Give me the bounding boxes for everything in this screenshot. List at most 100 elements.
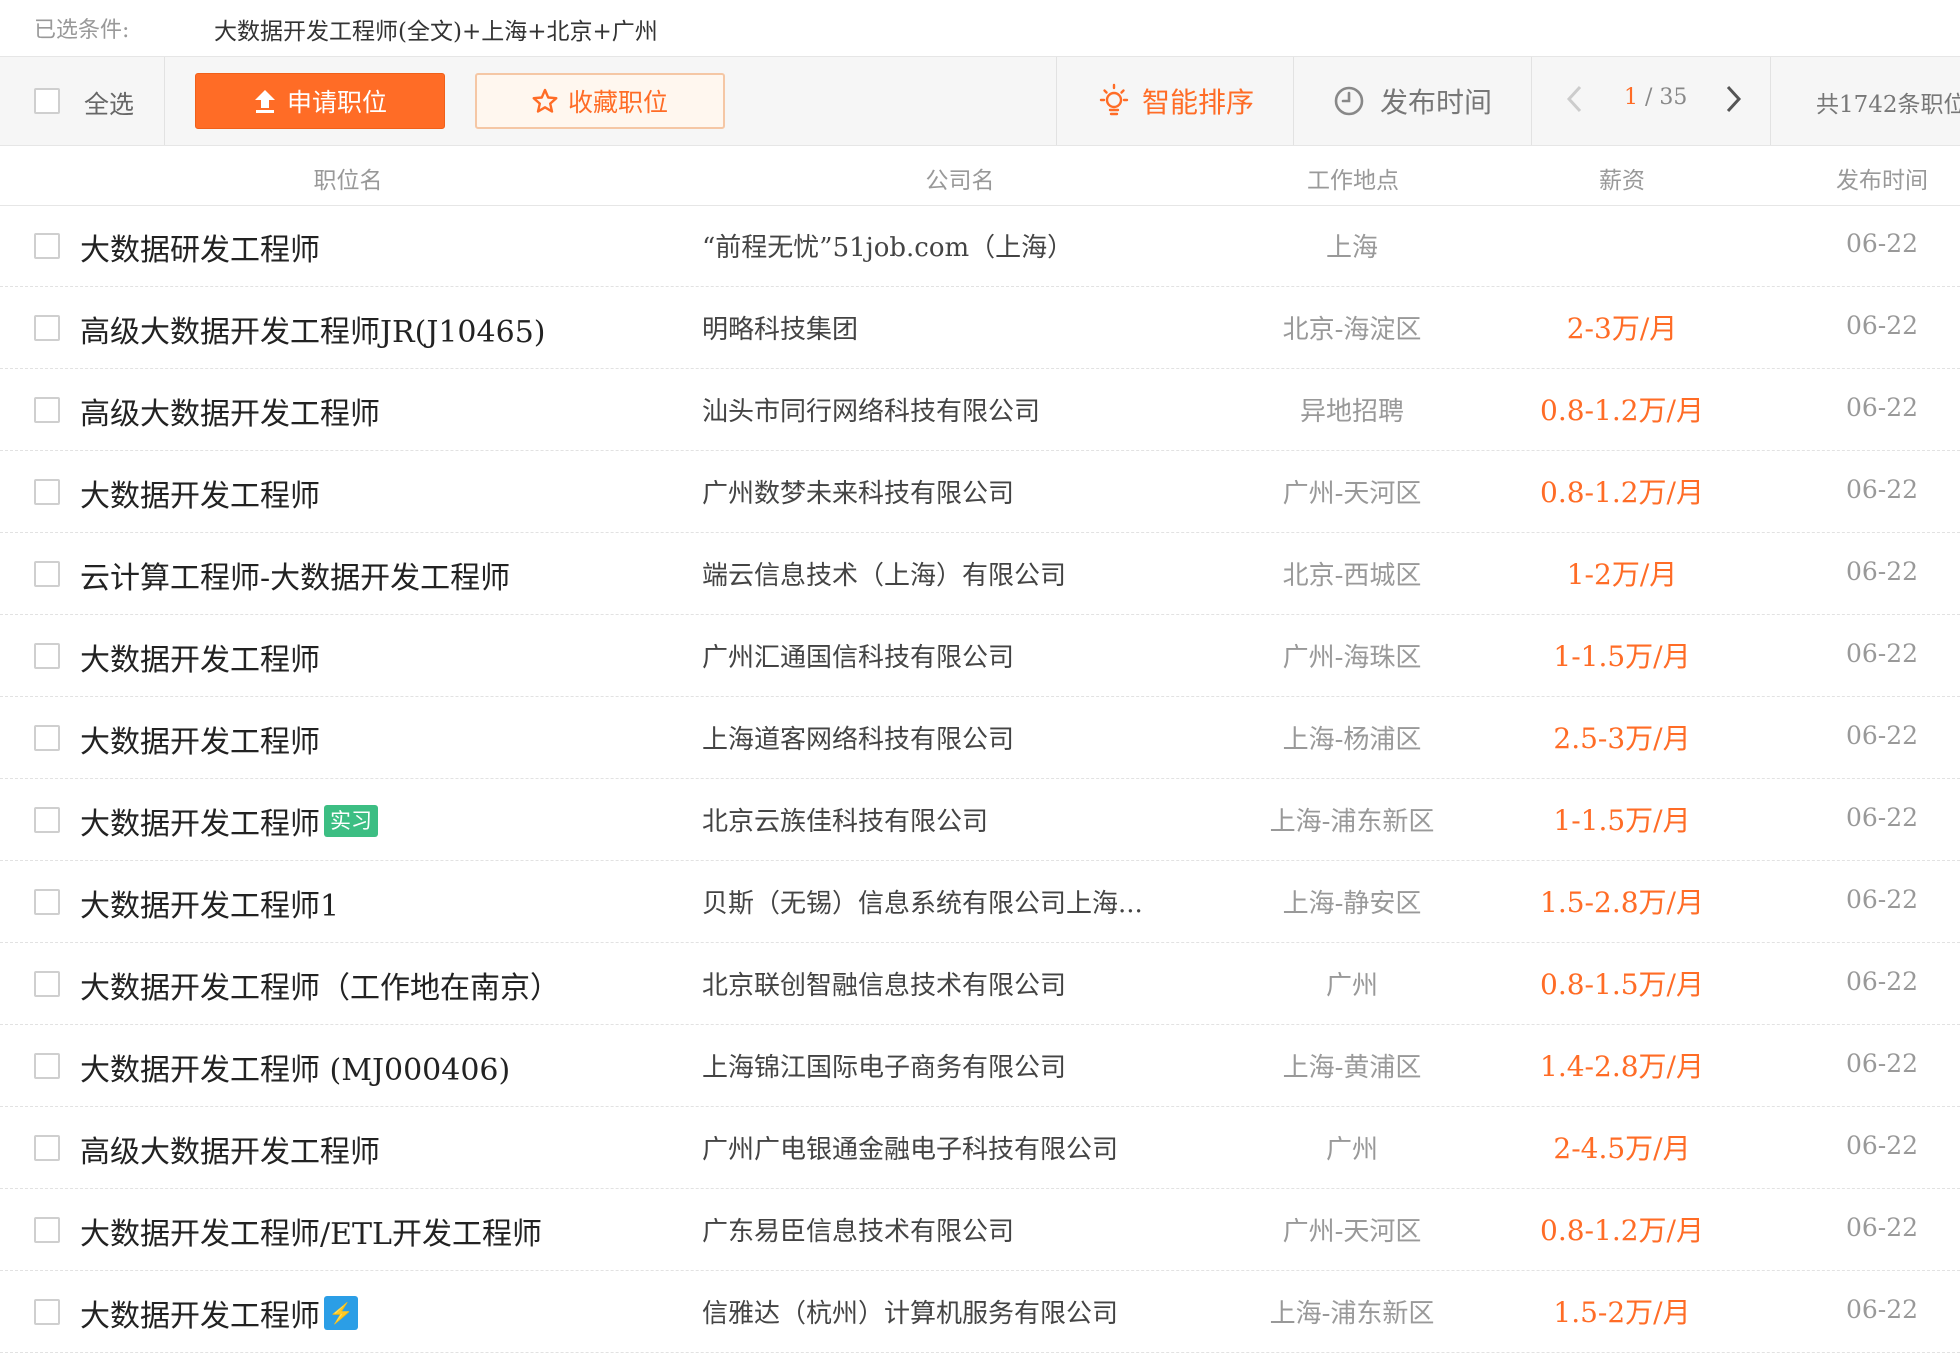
job-title-link[interactable]: 大数据开发工程师 bbox=[80, 635, 320, 679]
apply-job-label: 申请职位 bbox=[286, 88, 387, 117]
chevron-left-icon[interactable] bbox=[1562, 81, 1586, 117]
company-name-link[interactable]: 广东易臣信息技术有限公司 bbox=[702, 1211, 1014, 1248]
job-post-date: 06-22 bbox=[1845, 557, 1919, 586]
job-title-cell: 大数据开发工程师 (MJ000406) bbox=[80, 1045, 510, 1089]
clock-icon bbox=[1334, 86, 1364, 116]
job-title-cell: 高级大数据开发工程师 bbox=[80, 389, 380, 433]
row-checkbox[interactable] bbox=[34, 1299, 60, 1325]
job-title-link[interactable]: 高级大数据开发工程师 bbox=[80, 389, 380, 433]
table-row[interactable]: 大数据开发工程师1 贝斯（无锡）信息系统有限公司上海... 上海-静安区 1.5… bbox=[0, 861, 1960, 943]
row-checkbox[interactable] bbox=[34, 1053, 60, 1079]
company-name-link[interactable]: 广州汇通国信科技有限公司 bbox=[702, 637, 1014, 674]
table-row[interactable]: 大数据开发工程师/ETL开发工程师 广东易臣信息技术有限公司 广州-天河区 0.… bbox=[0, 1189, 1960, 1271]
job-title-link[interactable]: 大数据研发工程师 bbox=[80, 225, 320, 269]
row-checkbox[interactable] bbox=[34, 479, 60, 505]
sort-smart-button[interactable]: 智能排序 bbox=[1056, 57, 1294, 145]
table-row[interactable]: 高级大数据开发工程师 广州广电银通金融电子科技有限公司 广州 2-4.5万/月 … bbox=[0, 1107, 1960, 1189]
sort-smart-label: 智能排序 bbox=[1141, 86, 1254, 119]
job-title-cell: 云计算工程师-大数据开发工程师 bbox=[80, 553, 510, 597]
upload-icon bbox=[254, 90, 275, 113]
favorite-job-button[interactable]: 收藏职位 bbox=[475, 73, 725, 129]
job-location: 上海-浦东新区 bbox=[1269, 1299, 1435, 1329]
job-title-link[interactable]: 大数据开发工程师（工作地在南京） bbox=[80, 963, 560, 1007]
table-header: 职位名 公司名 工作地点 薪资 发布时间 bbox=[0, 145, 1960, 206]
apply-job-button[interactable]: 申请职位 bbox=[195, 73, 445, 129]
job-list-page: 已选条件: 大数据开发工程师(全文)+上海+北京+广州 全选 申请职位 收藏职位 bbox=[0, 0, 1960, 1353]
job-title-cell: 高级大数据开发工程师 bbox=[80, 1127, 380, 1171]
job-title-link[interactable]: 大数据开发工程师1 bbox=[80, 881, 339, 925]
job-location: 上海-黄浦区 bbox=[1282, 1053, 1422, 1083]
table-row[interactable]: 大数据开发工程师 实习 北京云族佳科技有限公司 上海-浦东新区 1-1.5万/月 … bbox=[0, 779, 1960, 861]
job-post-date: 06-22 bbox=[1845, 475, 1919, 504]
job-salary: 2-4.5万/月 bbox=[1553, 1132, 1691, 1165]
job-title-link[interactable]: 高级大数据开发工程师JR(J10465) bbox=[80, 307, 545, 351]
job-post-date: 06-22 bbox=[1845, 1131, 1919, 1160]
chevron-right-icon[interactable] bbox=[1722, 81, 1746, 117]
toolbar: 全选 申请职位 收藏职位 智能排序 发布时间 1 / 35 共1742条职位 bbox=[0, 56, 1960, 146]
job-title-cell: 大数据开发工程师1 bbox=[80, 881, 339, 925]
table-row[interactable]: 高级大数据开发工程师 汕头市同行网络科技有限公司 异地招聘 0.8-1.2万/月… bbox=[0, 369, 1960, 451]
job-post-date: 06-22 bbox=[1845, 721, 1919, 750]
company-name-link[interactable]: 上海锦江国际电子商务有限公司 bbox=[702, 1047, 1066, 1084]
job-title-link[interactable]: 大数据开发工程师 bbox=[80, 1291, 320, 1335]
column-header-location: 工作地点 bbox=[1307, 168, 1399, 194]
job-location: 上海-杨浦区 bbox=[1282, 725, 1422, 755]
job-title-link[interactable]: 大数据开发工程师/ETL开发工程师 bbox=[80, 1209, 542, 1253]
row-checkbox[interactable] bbox=[34, 233, 60, 259]
row-checkbox[interactable] bbox=[34, 889, 60, 915]
row-checkbox[interactable] bbox=[34, 1135, 60, 1161]
select-all[interactable]: 全选 bbox=[0, 57, 165, 145]
table-row[interactable]: 大数据研发工程师 “前程无忧”51job.com（上海） 上海 06-22 bbox=[0, 205, 1960, 287]
job-title-link[interactable]: 高级大数据开发工程师 bbox=[80, 1127, 380, 1171]
table-row[interactable]: 云计算工程师-大数据开发工程师 端云信息技术（上海）有限公司 北京-西城区 1-… bbox=[0, 533, 1960, 615]
company-name-link[interactable]: 端云信息技术（上海）有限公司 bbox=[702, 555, 1066, 592]
job-salary: 2.5-3万/月 bbox=[1553, 722, 1691, 755]
job-post-date: 06-22 bbox=[1845, 311, 1919, 340]
table-row[interactable]: 大数据开发工程师 广州数梦未来科技有限公司 广州-天河区 0.8-1.2万/月 … bbox=[0, 451, 1960, 533]
company-name-link[interactable]: 广州广电银通金融电子科技有限公司 bbox=[702, 1129, 1118, 1166]
company-name-link[interactable]: 上海道客网络科技有限公司 bbox=[702, 719, 1014, 756]
lightbulb-icon bbox=[1099, 83, 1129, 116]
company-name-link[interactable]: 汕头市同行网络科技有限公司 bbox=[702, 391, 1040, 428]
row-checkbox[interactable] bbox=[34, 561, 60, 587]
job-title-link[interactable]: 大数据开发工程师 bbox=[80, 717, 320, 761]
sort-time-button[interactable]: 发布时间 bbox=[1293, 57, 1532, 145]
company-name-link[interactable]: “前程无忧”51job.com（上海） bbox=[702, 227, 1073, 264]
row-checkbox[interactable] bbox=[34, 315, 60, 341]
job-location: 异地招聘 bbox=[1299, 397, 1404, 427]
favorite-job-label: 收藏职位 bbox=[567, 88, 668, 117]
table-row[interactable]: 大数据开发工程师（工作地在南京） 北京联创智融信息技术有限公司 广州 0.8-1… bbox=[0, 943, 1960, 1025]
table-row[interactable]: 大数据开发工程师 ⚡ 信雅达（杭州）计算机服务有限公司 上海-浦东新区 1.5-2… bbox=[0, 1271, 1960, 1353]
job-title-cell: 大数据开发工程师 bbox=[80, 717, 320, 761]
page-indicator: 1 / 35 bbox=[1624, 85, 1687, 110]
company-name-link[interactable]: 北京云族佳科技有限公司 bbox=[702, 801, 988, 838]
company-name-link[interactable]: 信雅达（杭州）计算机服务有限公司 bbox=[702, 1293, 1118, 1330]
company-name-link[interactable]: 北京联创智融信息技术有限公司 bbox=[702, 965, 1066, 1002]
row-checkbox[interactable] bbox=[34, 643, 60, 669]
table-row[interactable]: 大数据开发工程师 上海道客网络科技有限公司 上海-杨浦区 2.5-3万/月 06… bbox=[0, 697, 1960, 779]
job-location: 广州 bbox=[1325, 971, 1378, 1001]
job-salary: 0.8-1.2万/月 bbox=[1540, 1214, 1704, 1247]
criteria-label: 已选条件: bbox=[34, 18, 130, 43]
row-checkbox[interactable] bbox=[34, 397, 60, 423]
company-name-link[interactable]: 贝斯（无锡）信息系统有限公司上海... bbox=[702, 883, 1143, 920]
company-name-link[interactable]: 明略科技集团 bbox=[702, 309, 858, 346]
row-checkbox[interactable] bbox=[34, 807, 60, 833]
table-row[interactable]: 大数据开发工程师 广州汇通国信科技有限公司 广州-海珠区 1-1.5万/月 06… bbox=[0, 615, 1960, 697]
sort-time-label: 发布时间 bbox=[1379, 86, 1492, 119]
company-name-link[interactable]: 广州数梦未来科技有限公司 bbox=[702, 473, 1014, 510]
select-all-checkbox[interactable] bbox=[34, 88, 60, 114]
row-checkbox[interactable] bbox=[34, 725, 60, 751]
job-title-link[interactable]: 大数据开发工程师 (MJ000406) bbox=[80, 1045, 510, 1089]
job-title-link[interactable]: 云计算工程师-大数据开发工程师 bbox=[80, 553, 510, 597]
job-title-cell: 大数据开发工程师 ⚡ bbox=[80, 1291, 358, 1335]
job-location: 广州-天河区 bbox=[1282, 1217, 1422, 1247]
row-checkbox[interactable] bbox=[34, 1217, 60, 1243]
row-checkbox[interactable] bbox=[34, 971, 60, 997]
job-title-link[interactable]: 大数据开发工程师 bbox=[80, 799, 320, 843]
total-pages: / 35 bbox=[1645, 85, 1688, 110]
column-header-date: 发布时间 bbox=[1836, 168, 1928, 194]
job-title-link[interactable]: 大数据开发工程师 bbox=[80, 471, 320, 515]
table-row[interactable]: 高级大数据开发工程师JR(J10465) 明略科技集团 北京-海淀区 2-3万/… bbox=[0, 287, 1960, 369]
table-row[interactable]: 大数据开发工程师 (MJ000406) 上海锦江国际电子商务有限公司 上海-黄浦… bbox=[0, 1025, 1960, 1107]
